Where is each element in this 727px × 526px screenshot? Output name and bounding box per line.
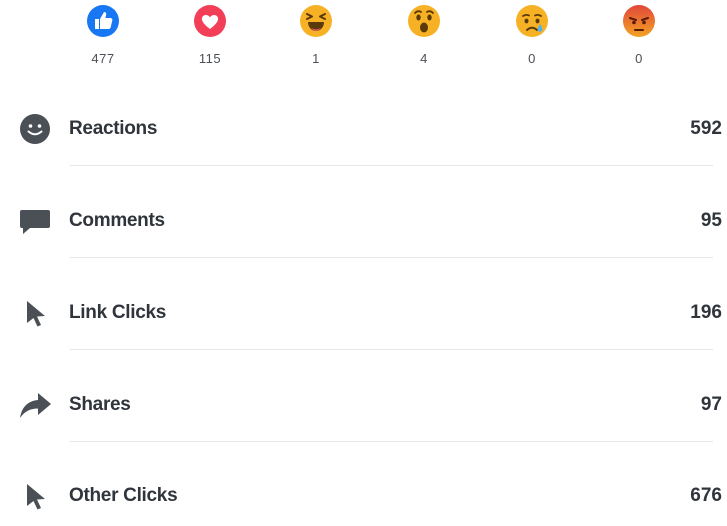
reaction-angry[interactable]: 0 [609,4,669,66]
reaction-wow-count: 4 [420,51,428,66]
like-reaction-icon [87,5,119,37]
reaction-sad-count: 0 [528,51,536,66]
reaction-angry-count: 0 [635,51,643,66]
reactions-breakdown: 477 115 1 4 0 0 [0,0,727,80]
reaction-haha[interactable]: 1 [286,4,346,66]
wow-reaction-icon [408,5,440,37]
reaction-sad[interactable]: 0 [502,4,562,66]
love-reaction-icon [194,5,226,37]
metric-label: Comments [69,210,165,231]
comment-bubble-icon [20,210,50,234]
haha-reaction-icon [300,5,332,37]
metric-row-reactions[interactable]: Reactions 592 [0,99,727,166]
metric-label: Reactions [69,118,158,139]
smiley-icon [20,114,50,144]
reaction-haha-count: 1 [312,51,320,66]
metric-row-other-clicks[interactable]: Other Clicks 676 [0,466,727,526]
share-arrow-icon [20,393,51,418]
metric-row-link-clicks[interactable]: Link Clicks 196 [0,283,727,350]
row-divider [70,441,713,442]
metric-label: Link Clicks [69,302,167,323]
angry-reaction-icon [623,5,655,37]
reaction-love-count: 115 [198,51,222,66]
row-divider [70,257,713,258]
reaction-like-count: 477 [91,51,115,66]
reaction-wow[interactable]: 4 [394,4,454,66]
metric-value: 676 [690,485,722,506]
metric-value: 95 [700,210,722,231]
metric-label: Shares [69,394,131,415]
metric-row-shares[interactable]: Shares 97 [0,375,727,442]
reaction-love[interactable]: 115 [180,4,240,66]
sad-reaction-icon [516,5,548,37]
metric-value: 97 [700,394,722,415]
row-divider [70,165,713,166]
reaction-like[interactable]: 477 [73,4,133,66]
metric-label: Other Clicks [69,485,178,506]
metric-value: 592 [690,118,722,139]
metric-value: 196 [690,302,722,323]
cursor-icon [27,301,45,327]
metric-row-comments[interactable]: Comments 95 [0,191,727,258]
row-divider [70,349,713,350]
